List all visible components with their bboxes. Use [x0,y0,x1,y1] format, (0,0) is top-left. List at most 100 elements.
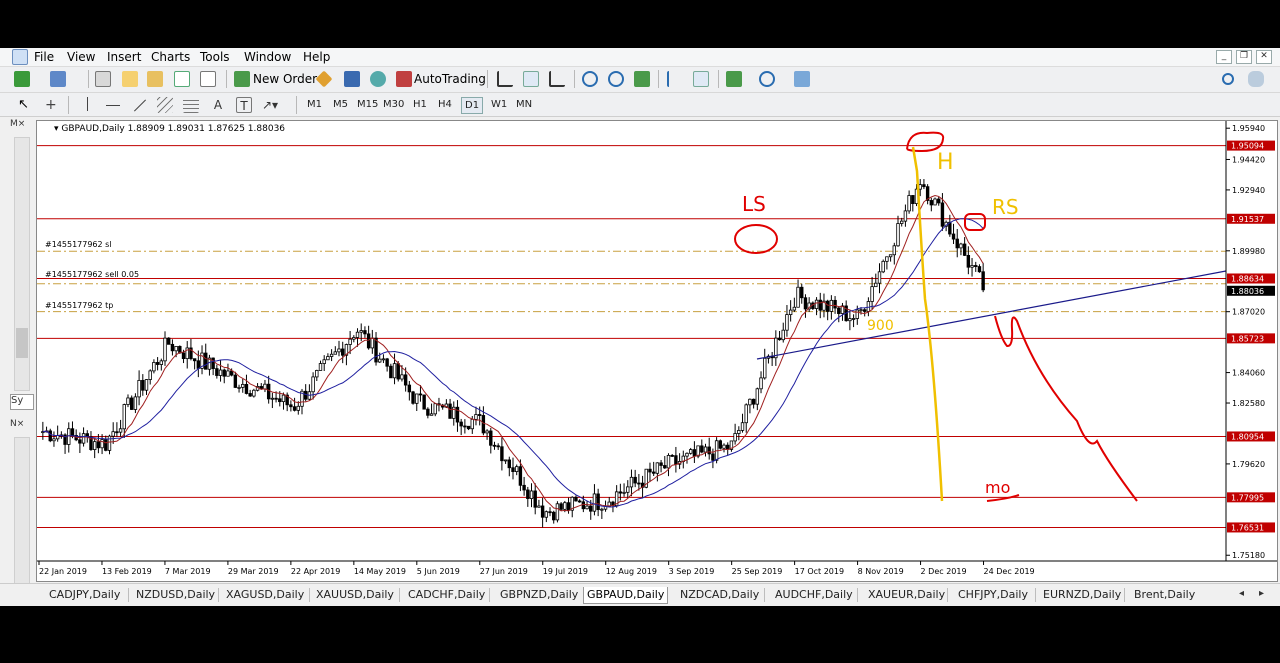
tab-chfjpy[interactable]: CHFJPY,Daily [955,587,1031,603]
navigator-scrollbar[interactable] [14,437,30,591]
menu-window[interactable]: Window [244,50,291,64]
tab-gbpaud[interactable]: GBPAUD,Daily [583,587,669,604]
candle-body [892,245,897,256]
candle-body [359,330,363,333]
fibonacci-icon[interactable] [183,97,199,113]
tab-eurnzd[interactable]: EURNZD,Daily [1040,587,1124,603]
cursor-icon[interactable]: ↖ [18,97,34,113]
candle-body [948,221,952,235]
tab-xaueur[interactable]: XAUEUR,Daily [865,587,948,603]
panel-scrollbar[interactable] [14,137,30,391]
candlestick-icon[interactable] [523,71,539,87]
tile-windows-icon[interactable] [634,71,650,87]
timeframe-mn[interactable]: MN [513,97,535,112]
navigator-panel-tab[interactable]: N× [10,419,32,435]
timeframe-m1[interactable]: M1 [304,97,325,112]
minimize-button[interactable]: _ [1216,50,1232,64]
candle-body [407,384,412,393]
trendline-icon[interactable] [132,97,148,113]
terminal-icon[interactable] [174,71,190,87]
symbols-tab[interactable]: Sy [10,394,34,410]
templates-icon[interactable] [794,71,810,87]
arrows-icon[interactable]: ↗▾ [262,97,278,113]
bar-chart-icon[interactable] [497,71,513,87]
market-watch-icon[interactable] [95,71,111,87]
navigator-icon[interactable] [147,71,163,87]
timeframe-w1[interactable]: W1 [488,97,510,112]
tab-gbpnzd[interactable]: GBPNZD,Daily [497,587,581,603]
text-label-icon[interactable]: T [236,97,252,113]
chart-shift-icon[interactable] [667,71,683,87]
market-watch-panel-tab[interactable]: M× [10,119,32,135]
new-order-button[interactable]: New Order [253,72,317,86]
menu-insert[interactable]: Insert [107,50,141,64]
tab-brent[interactable]: Brent,Daily [1131,587,1198,603]
signals-icon[interactable] [344,71,360,87]
tab-scroll-left-icon[interactable]: ◂ [1239,588,1244,599]
candle-body [392,363,397,379]
candle-body [918,184,922,190]
candle-body [962,243,967,256]
tab-scroll-right-icon[interactable]: ▸ [1259,588,1264,599]
candle-body [748,398,752,406]
candle-body [429,413,434,416]
timeframe-m30[interactable]: M30 [380,97,407,112]
market-icon[interactable] [370,71,386,87]
periods-icon[interactable] [759,71,775,87]
menu-tools[interactable]: Tools [200,50,230,64]
zoom-out-icon[interactable] [608,71,624,87]
chart-window[interactable]: ▾ GBPAUD,Daily 1.88909 1.89031 1.87625 1… [36,120,1278,582]
menu-file[interactable]: File [34,50,54,64]
menu-help[interactable]: Help [303,50,330,64]
search-icon[interactable] [1222,73,1234,85]
candle-body [167,337,171,345]
new-order-icon[interactable] [234,71,250,87]
timeframe-m5[interactable]: M5 [330,97,351,112]
channel-icon[interactable] [157,97,173,113]
auto-scroll-icon[interactable] [693,71,709,87]
crosshair-nav-icon[interactable] [122,71,138,87]
timeframe-m15[interactable]: M15 [354,97,381,112]
new-chart-icon[interactable] [14,71,30,87]
tab-cadchf[interactable]: CADCHF,Daily [405,587,488,603]
close-button[interactable]: ✕ [1256,50,1272,64]
zoom-in-icon[interactable] [582,71,598,87]
tab-xauusd[interactable]: XAUUSD,Daily [313,587,397,603]
autotrading-icon[interactable] [396,71,412,87]
candle-body [485,430,489,434]
price-chart[interactable]: LS H RS 900 mo 1.95940 1.94420 1.92940 1.89980 1… [37,121,1277,581]
timeframe-h1[interactable]: H1 [410,97,430,112]
autotrading-button[interactable]: AutoTrading [414,72,486,86]
profiles-icon[interactable] [50,71,66,87]
text-icon[interactable]: A [210,97,226,113]
candle-body [626,486,630,493]
tab-nzdcad[interactable]: NZDCAD,Daily [677,587,762,603]
tab-xagusd[interactable]: XAGUSD,Daily [223,587,307,603]
line-chart-icon[interactable] [549,71,565,87]
chat-icon[interactable] [1248,71,1264,87]
tab-nzdusd[interactable]: NZDUSD,Daily [133,587,218,603]
crosshair-icon[interactable]: + [45,97,61,113]
candle-body [500,446,504,462]
indicators-icon[interactable] [726,71,742,87]
level-price-label: 1.88634 [1231,274,1264,283]
candle-body [115,431,119,434]
scrollbar-thumb[interactable] [16,328,28,358]
tab-cadjpy[interactable]: CADJPY,Daily [46,587,123,603]
strategy-tester-icon[interactable] [200,71,216,87]
horizontal-line-icon[interactable] [106,97,122,113]
menu-charts[interactable]: Charts [151,50,190,64]
candle-body [722,444,726,449]
vertical-line-icon[interactable] [80,97,96,113]
candle-body [363,330,367,335]
candle-body [540,505,545,518]
timeframe-d1[interactable]: D1 [461,97,484,114]
timeframe-h4[interactable]: H4 [435,97,455,112]
meta-editor-icon[interactable] [315,70,333,88]
tab-audchf[interactable]: AUDCHF,Daily [772,587,856,603]
y-tick-label: 1.84060 [1232,369,1265,378]
restore-button[interactable]: ❐ [1236,50,1252,64]
candle-body [733,433,737,442]
menu-view[interactable]: View [67,50,95,64]
candle-body [907,195,911,212]
